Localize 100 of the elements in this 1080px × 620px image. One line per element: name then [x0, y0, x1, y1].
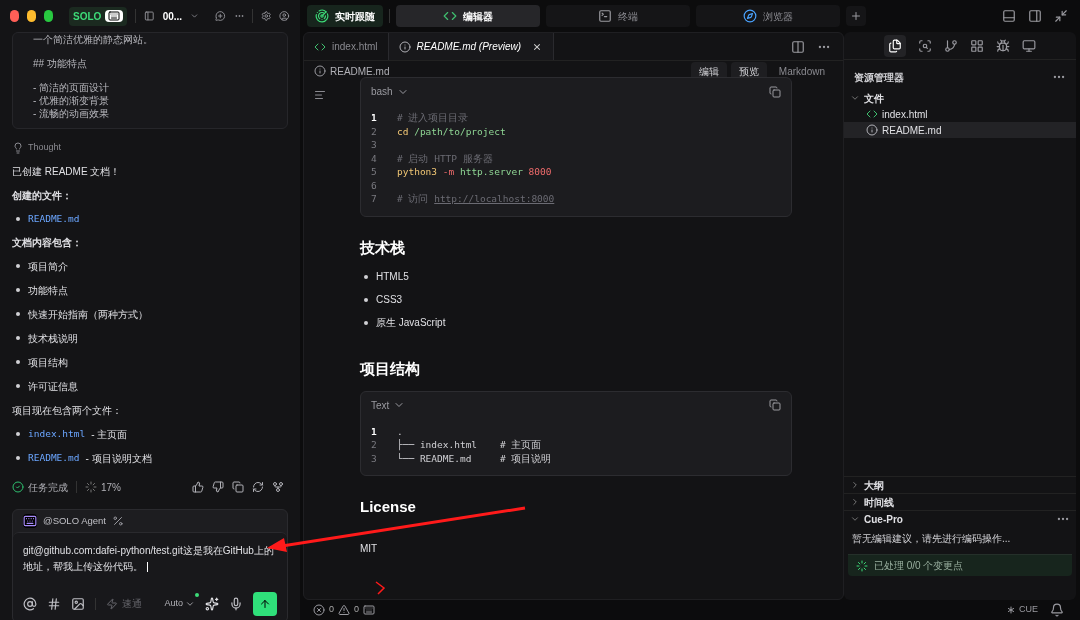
branch-icon[interactable]: [272, 481, 284, 494]
editor-tab[interactable]: README.md (Preview): [387, 33, 555, 60]
copy-icon[interactable]: [232, 481, 244, 494]
thumbs-down-icon[interactable]: [212, 481, 224, 494]
brand-badge[interactable]: SOLO: [69, 6, 128, 26]
bullet-icon: [16, 432, 20, 437]
compass-icon: [743, 9, 757, 23]
annotation-chevron-icon: [375, 581, 386, 595]
check-icon: [12, 481, 24, 494]
list-item: 项目结构: [28, 355, 68, 370]
section-heading: 技术栈: [360, 237, 406, 258]
minimize-button[interactable]: [27, 10, 37, 22]
message-text: 已创建 README 文档！: [12, 164, 122, 179]
line-number: 2: [371, 124, 378, 138]
snippet-line: ## 功能特点: [33, 57, 88, 70]
tree-item[interactable]: index.html: [844, 106, 1076, 122]
agent-icon: [23, 513, 37, 528]
line-number: 5: [371, 165, 378, 179]
search-icon[interactable]: [918, 38, 932, 53]
tree-item[interactable]: 文件: [844, 90, 1076, 106]
list-item: 原生 JavaScript: [376, 316, 446, 330]
model-selector[interactable]: Auto: [164, 597, 195, 611]
list-item: CSS3: [376, 293, 403, 307]
editor-tab[interactable]: index.html: [304, 33, 388, 60]
branch-icon[interactable]: [944, 38, 958, 53]
cue-button[interactable]: CUE: [1005, 603, 1038, 617]
asterisk-icon: [1005, 604, 1017, 616]
terminal-icon: [598, 9, 612, 23]
sidebar-icon[interactable]: [144, 9, 155, 23]
list-item: 许可证信息: [28, 379, 78, 394]
bullet-icon: [16, 384, 20, 389]
message-text: 项目现在包含两个文件：: [12, 403, 123, 418]
close-button[interactable]: [10, 10, 19, 22]
breadcrumb[interactable]: README.md: [330, 63, 390, 79]
follow-button[interactable]: 实时跟随: [307, 5, 383, 27]
agent-mention[interactable]: @SOLO Agent: [43, 513, 106, 528]
warning-icon[interactable]: [338, 604, 350, 616]
sparkle-icon[interactable]: [205, 596, 219, 611]
outline-icon[interactable]: [314, 89, 326, 101]
top-tab[interactable]: 终端: [546, 5, 690, 27]
copy-icon[interactable]: [769, 85, 781, 98]
bullet-icon: [16, 216, 20, 221]
list-item: README.md: [28, 211, 80, 226]
user-icon[interactable]: [279, 9, 290, 23]
split-icon[interactable]: [791, 39, 805, 54]
info-icon: [314, 65, 326, 77]
settings-icon[interactable]: [260, 9, 272, 23]
at-icon[interactable]: [23, 596, 37, 611]
line-number: 4: [371, 151, 378, 165]
list-item: HTML5: [376, 270, 409, 284]
add-tab-button[interactable]: [846, 6, 866, 26]
bullet-icon: [16, 288, 20, 293]
language-selector[interactable]: Text: [371, 397, 406, 413]
line-number: 7: [371, 192, 378, 206]
mic-icon[interactable]: [229, 596, 243, 611]
line-number: 3: [371, 138, 378, 152]
new-chat-icon[interactable]: [215, 9, 226, 23]
hash-icon[interactable]: [47, 596, 61, 611]
tree-item[interactable]: README.md: [844, 122, 1076, 138]
bulb-icon: [12, 141, 24, 154]
minimize-icon[interactable]: [1054, 9, 1068, 23]
radar-icon: [315, 9, 329, 23]
code-line: # 启动 HTTP 服务器: [397, 151, 493, 165]
chevron-icon: [850, 93, 860, 103]
line-number: 1: [371, 424, 378, 438]
bullet-icon: [16, 360, 20, 365]
list-item: 快速开始指南（两种方式）: [28, 307, 148, 322]
maximize-button[interactable]: [44, 10, 54, 22]
bug-icon[interactable]: [996, 38, 1010, 53]
thumbs-up-icon[interactable]: [192, 481, 204, 494]
bell-icon[interactable]: [1050, 603, 1064, 617]
grid-icon[interactable]: [970, 38, 984, 53]
code-icon: [866, 108, 878, 120]
section-header[interactable]: 时间线: [844, 494, 1076, 510]
files-icon[interactable]: [888, 38, 902, 53]
image-icon[interactable]: [71, 596, 85, 611]
line-number: 3: [371, 451, 378, 465]
top-tab[interactable]: 浏览器: [696, 5, 840, 27]
section-header[interactable]: Cue-Pro: [844, 511, 1076, 527]
bullet-icon: [16, 336, 20, 341]
refresh-icon[interactable]: [252, 481, 264, 494]
copy-icon[interactable]: [769, 399, 781, 411]
panel-bottom-icon[interactable]: [1002, 9, 1016, 23]
section-header[interactable]: 大纲: [844, 477, 1076, 493]
list-item: 项目简介: [28, 259, 68, 274]
plus-icon: [850, 10, 862, 22]
error-icon[interactable]: [313, 604, 325, 616]
project-name[interactable]: 00...: [162, 8, 183, 24]
line-number: 6: [371, 178, 378, 192]
mode-toggle[interactable]: Markdown: [770, 61, 833, 81]
panel-right-icon[interactable]: [1028, 9, 1042, 23]
language-selector[interactable]: bash: [371, 84, 409, 99]
top-tab[interactable]: 编辑器: [396, 5, 540, 27]
code-line: # 进入项目目录: [397, 111, 469, 125]
bullet-icon: [16, 312, 20, 317]
monitor-icon[interactable]: [1022, 38, 1036, 53]
send-button[interactable]: [253, 591, 277, 616]
code-line: cd /path/to/project: [397, 124, 506, 138]
bullet-icon: [16, 264, 20, 269]
keyboard-icon[interactable]: [363, 604, 376, 616]
